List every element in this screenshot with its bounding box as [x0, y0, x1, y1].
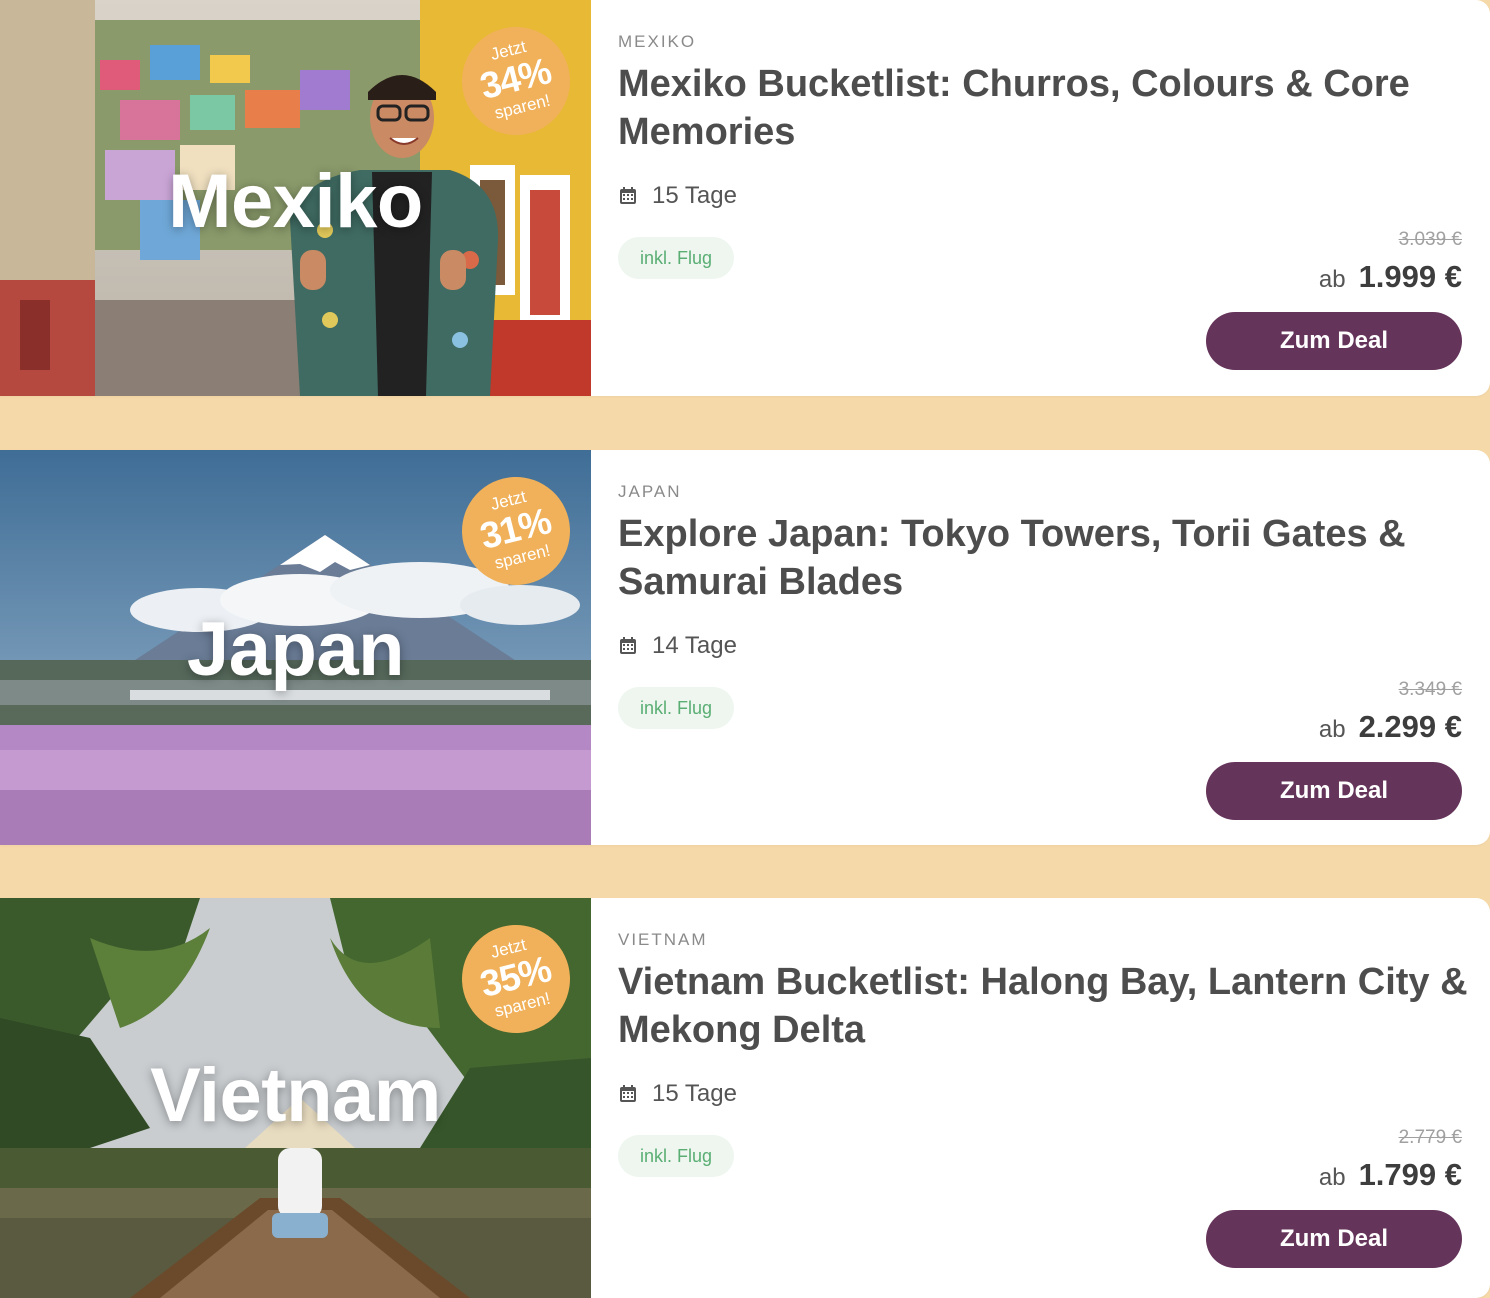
deal-card-mexiko[interactable]: Mexiko Jetzt 34% sparen! MEXIKO Mexiko B…	[0, 0, 1490, 396]
duration-text: 15 Tage	[652, 182, 737, 209]
deal-content: VIETNAM Vietnam Bucketlist: Halong Bay, …	[618, 898, 1468, 1298]
old-price: 3.039 €	[1398, 229, 1462, 250]
calendar-icon	[620, 187, 636, 204]
flight-included-tag: inkl. Flug	[618, 687, 735, 729]
price-value: 1.799 €	[1358, 1157, 1462, 1192]
deal-image-mexiko[interactable]: Mexiko Jetzt 34% sparen!	[0, 0, 591, 396]
country-label: MEXIKO	[618, 32, 697, 51]
price: ab 1.799 €	[1319, 1157, 1462, 1193]
destination-title: Japan	[186, 607, 405, 692]
duration: 15 Tage	[618, 181, 737, 211]
deal-image-japan[interactable]: Japan Jetzt 31% sparen!	[0, 450, 591, 845]
country-label: VIETNAM	[618, 930, 708, 949]
duration-text: 14 Tage	[652, 632, 737, 659]
deal-card-vietnam[interactable]: Vietnam Jetzt 35% sparen! VIETNAM Vietna…	[0, 898, 1490, 1298]
flight-included-tag: inkl. Flug	[618, 1135, 735, 1177]
old-price: 2.779 €	[1398, 1127, 1462, 1148]
destination-title: Mexiko	[168, 159, 423, 244]
deal-title[interactable]: Mexiko Bucketlist: Churros, Colours & Co…	[618, 60, 1468, 156]
deal-title[interactable]: Vietnam Bucketlist: Halong Bay, Lantern …	[618, 958, 1468, 1054]
deal-image-vietnam[interactable]: Vietnam Jetzt 35% sparen!	[0, 898, 591, 1298]
deal-title[interactable]: Explore Japan: Tokyo Towers, Torii Gates…	[618, 510, 1468, 606]
price-prefix: ab	[1318, 266, 1346, 293]
zum-deal-button[interactable]: Zum Deal	[1206, 1210, 1462, 1268]
old-price: 3.349 €	[1398, 679, 1462, 700]
deal-content: MEXIKO Mexiko Bucketlist: Churros, Colou…	[618, 0, 1462, 396]
price-value: 1.999 €	[1358, 259, 1462, 294]
zum-deal-button[interactable]: Zum Deal	[1206, 762, 1462, 820]
deal-list: Mexiko Jetzt 34% sparen! MEXIKO Mexiko B…	[0, 0, 1490, 1298]
duration: 15 Tage	[618, 1079, 737, 1109]
price-value: 2.299 €	[1358, 709, 1462, 744]
country-label: JAPAN	[618, 482, 682, 501]
zum-deal-button[interactable]: Zum Deal	[1206, 312, 1462, 370]
price: ab 2.299 €	[1319, 709, 1462, 745]
duration-text: 15 Tage	[652, 1080, 737, 1107]
flight-included-tag: inkl. Flug	[618, 237, 735, 279]
calendar-icon	[620, 637, 636, 654]
duration: 14 Tage	[618, 631, 737, 661]
destination-title: Vietnam	[150, 1053, 441, 1138]
deal-content: JAPAN Explore Japan: Tokyo Towers, Torii…	[618, 450, 1462, 845]
calendar-icon	[620, 1085, 636, 1102]
price-prefix: ab	[1318, 1164, 1346, 1191]
deal-card-japan[interactable]: Japan Jetzt 31% sparen! JAPAN Explore Ja…	[0, 450, 1490, 845]
price-prefix: ab	[1318, 716, 1346, 743]
price: ab 1.999 €	[1319, 259, 1462, 295]
